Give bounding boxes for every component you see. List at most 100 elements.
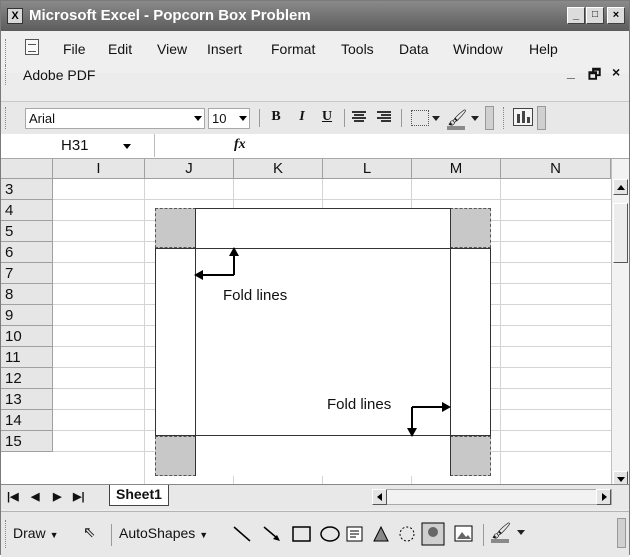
menu-help[interactable]: Help	[529, 41, 558, 57]
toolbar-grip-icon[interactable]	[5, 39, 9, 65]
scroll-left-button[interactable]	[372, 489, 387, 505]
draw-menu-button[interactable]: Draw ▼	[13, 525, 58, 541]
toolbar-options-icon[interactable]	[617, 518, 626, 548]
column-header-n[interactable]: N	[501, 159, 611, 179]
excel-window: X Microsoft Excel - Popcorn Box Problem …	[0, 0, 630, 557]
corner-cutout-top-right[interactable]	[450, 208, 491, 248]
menu-adobe-pdf[interactable]: Adobe PDF	[23, 67, 95, 83]
toolbar-grip-icon[interactable]	[503, 107, 507, 129]
toolbar-grip-icon[interactable]	[5, 107, 9, 129]
select-objects-icon[interactable]: ⇖	[83, 523, 96, 541]
chevron-down-icon[interactable]	[471, 116, 479, 121]
title-bar[interactable]: X Microsoft Excel - Popcorn Box Problem …	[1, 1, 629, 31]
fill-color-swatch	[491, 539, 509, 543]
excel-app-icon[interactable]: X	[7, 8, 23, 24]
insert-function-button[interactable]: fx	[234, 137, 246, 153]
close-button[interactable]: ×	[607, 7, 625, 24]
row-header-5[interactable]: 5	[1, 221, 53, 242]
sheet-tab-sheet1[interactable]: Sheet1	[109, 485, 169, 506]
doc-close-button[interactable]: ×	[612, 64, 620, 80]
font-select[interactable]: Arial	[25, 108, 205, 129]
line-tool-icon[interactable]	[231, 524, 253, 544]
row-header-8[interactable]: 8	[1, 284, 53, 305]
row-header-11[interactable]: 11	[1, 347, 53, 368]
name-box[interactable]: H31	[1, 134, 155, 157]
chevron-down-icon[interactable]	[517, 530, 525, 535]
last-sheet-button[interactable]: ▶|	[73, 490, 85, 503]
row-header-9[interactable]: 9	[1, 305, 53, 326]
font-size-select[interactable]: 10	[208, 108, 250, 129]
underline-button[interactable]: U	[317, 109, 337, 125]
next-sheet-button[interactable]: ▶	[53, 490, 61, 503]
menu-insert[interactable]: Insert	[207, 41, 242, 57]
borders-icon[interactable]	[411, 110, 429, 126]
rectangle-tool-icon[interactable]	[291, 524, 313, 544]
horizontal-scrollbar[interactable]	[372, 489, 612, 505]
scroll-thumb[interactable]	[613, 203, 628, 263]
row-header-10[interactable]: 10	[1, 326, 53, 347]
menu-edit[interactable]: Edit	[108, 41, 132, 57]
toolbar-grip-icon[interactable]	[5, 65, 9, 85]
row-header-14[interactable]: 14	[1, 410, 53, 431]
row-header-7[interactable]: 7	[1, 263, 53, 284]
clip-art-tool-icon[interactable]	[421, 522, 445, 546]
row-header-4[interactable]: 4	[1, 200, 53, 221]
menu-file[interactable]: File	[63, 41, 86, 57]
text-box-tool-icon[interactable]	[345, 524, 365, 544]
menu-data[interactable]: Data	[399, 41, 429, 57]
wordart-tool-icon[interactable]	[371, 524, 391, 544]
row-header-12[interactable]: 12	[1, 368, 53, 389]
corner-cutout-bottom-left[interactable]	[155, 436, 196, 476]
menu-tools[interactable]: Tools	[341, 41, 374, 57]
italic-button[interactable]: I	[292, 109, 312, 125]
restore-button[interactable]: □	[586, 7, 604, 24]
menu-view[interactable]: View	[157, 41, 187, 57]
menu-window[interactable]: Window	[453, 41, 503, 57]
worksheet-grid[interactable]: I J K L M N 3 4 5 6 7 8 9 10 11 12 13 14…	[1, 159, 629, 484]
chevron-down-icon[interactable]	[123, 144, 131, 149]
scroll-right-button[interactable]	[596, 489, 611, 505]
menu-format[interactable]: Format	[271, 41, 315, 57]
fill-color-swatch	[447, 126, 465, 130]
corner-cutout-bottom-right[interactable]	[450, 436, 491, 476]
align-right-icon[interactable]	[377, 111, 391, 124]
column-header-j[interactable]: J	[145, 159, 234, 179]
fill-color-icon[interactable]: 🖌	[447, 108, 467, 128]
box-outline	[490, 248, 491, 436]
oval-tool-icon[interactable]	[319, 524, 341, 544]
doc-minimize-button[interactable]: _	[567, 64, 575, 80]
corner-cutout-top-left[interactable]	[155, 208, 196, 248]
row-header-3[interactable]: 3	[1, 179, 53, 200]
toolbar-options-icon[interactable]	[537, 106, 546, 130]
minimize-button[interactable]: _	[567, 7, 585, 24]
column-header-m[interactable]: M	[412, 159, 501, 179]
vertical-scrollbar[interactable]	[611, 159, 629, 484]
scroll-down-button[interactable]	[613, 471, 628, 484]
row-header-13[interactable]: 13	[1, 389, 53, 410]
column-header-l[interactable]: L	[323, 159, 412, 179]
doc-restore-button[interactable]: 🗗	[588, 64, 601, 88]
row-header-15[interactable]: 15	[1, 431, 53, 452]
column-header-i[interactable]: I	[53, 159, 145, 179]
prev-sheet-button[interactable]: ◀	[31, 490, 39, 503]
first-sheet-button[interactable]: |◀	[7, 490, 19, 503]
fill-color-icon[interactable]: 🖌	[491, 521, 511, 541]
toolbar-options-icon[interactable]	[485, 106, 494, 130]
bold-button[interactable]: B	[266, 109, 286, 125]
diagram-tool-icon[interactable]	[397, 524, 417, 544]
column-header-k[interactable]: K	[234, 159, 323, 179]
toolbar-separator	[401, 109, 402, 127]
insert-picture-icon[interactable]	[453, 524, 475, 544]
document-icon[interactable]	[25, 39, 39, 55]
chart-wizard-icon[interactable]	[513, 108, 533, 126]
row-header-6[interactable]: 6	[1, 242, 53, 263]
formula-input[interactable]	[256, 134, 629, 157]
autoshapes-menu-button[interactable]: AutoShapes ▼	[119, 525, 208, 541]
arrow-tool-icon[interactable]	[261, 524, 283, 544]
align-center-icon[interactable]	[352, 111, 366, 124]
grid-line	[500, 179, 501, 484]
scroll-up-button[interactable]	[613, 179, 628, 195]
toolbar-grip-icon[interactable]	[5, 520, 9, 548]
select-all-corner[interactable]	[1, 159, 53, 179]
chevron-down-icon[interactable]	[432, 116, 440, 121]
